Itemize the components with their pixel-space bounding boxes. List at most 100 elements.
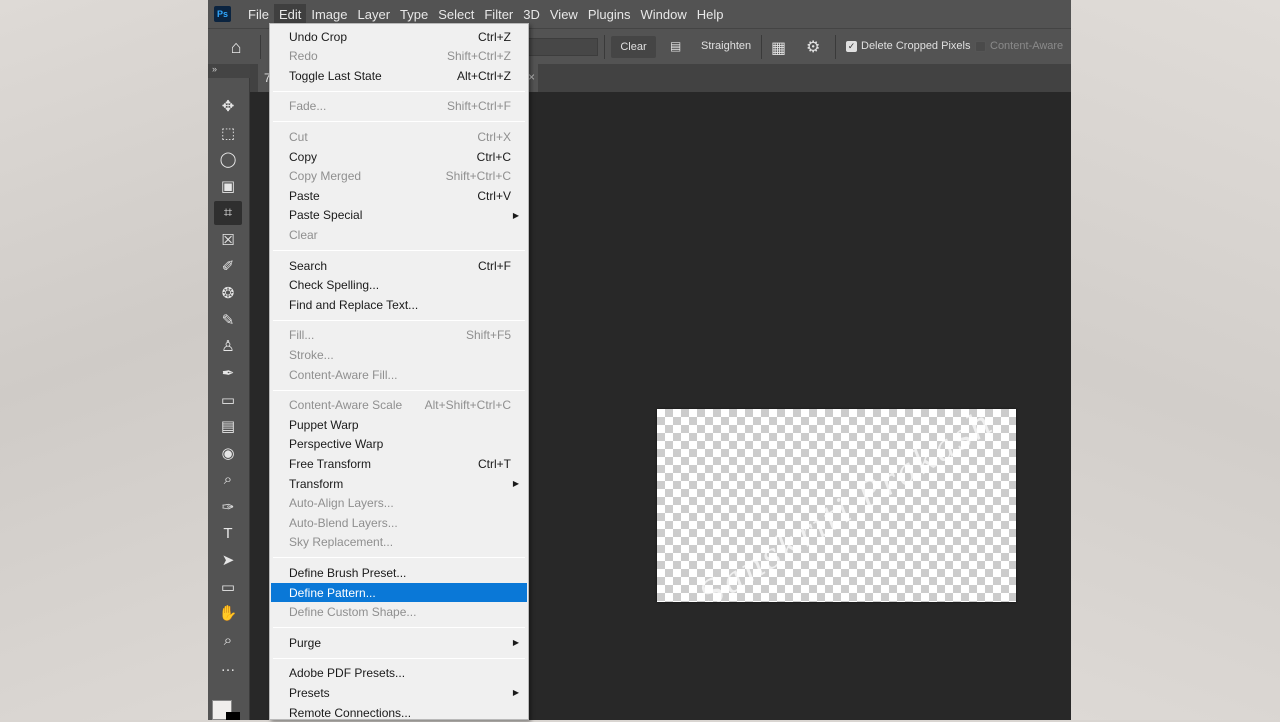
straighten-button[interactable]: Straighten <box>701 40 751 52</box>
menu-view[interactable]: View <box>545 4 583 25</box>
brush-tool-icon[interactable]: ✎ <box>214 308 242 332</box>
menu-item-label: Stroke... <box>289 347 334 362</box>
gradient-tool-icon[interactable]: ▤ <box>214 414 242 438</box>
menu-filter[interactable]: Filter <box>479 4 518 25</box>
rectangle-tool-icon[interactable]: ▭ <box>214 575 242 599</box>
lasso-tool-icon[interactable]: ◯ <box>214 147 242 171</box>
menu-item-shortcut: Ctrl+T <box>478 456 511 471</box>
menu-separator <box>273 90 525 92</box>
menu-item-search[interactable]: Search Ctrl+F <box>271 256 527 275</box>
menu-item-shortcut: Ctrl+Z <box>478 29 511 44</box>
menu-item-find-and-replace-text[interactable]: Find and Replace Text... <box>271 295 527 314</box>
menu-edit[interactable]: Edit <box>273 3 307 25</box>
history-brush-tool-icon[interactable]: ✒ <box>214 361 242 385</box>
menu-image[interactable]: Image <box>306 4 352 25</box>
menu-item-shortcut: Ctrl+F <box>478 258 511 273</box>
clear-button[interactable]: Clear <box>611 36 656 58</box>
overlay-grid-icon[interactable]: ▦ <box>771 38 786 58</box>
more-tool-icon[interactable]: … <box>214 655 242 679</box>
menu-item-clear[interactable]: Clear <box>271 225 527 244</box>
menu-item-label: Define Brush Preset... <box>289 565 407 580</box>
menu-separator <box>273 250 525 251</box>
menu-item-toggle-last-state[interactable]: Toggle Last State Alt+Ctrl+Z <box>271 66 527 85</box>
delete-cropped-pixels-checkbox[interactable]: ✓ <box>846 41 857 52</box>
straighten-icon[interactable]: ▤ <box>670 39 688 53</box>
path-selection-tool-icon[interactable]: ➤ <box>214 548 242 572</box>
menu-item-define-brush-preset[interactable]: Define Brush Preset... <box>271 563 527 582</box>
zoom-tool-icon[interactable]: ⌕ <box>214 628 242 652</box>
menu-item-presets[interactable]: Presets ▶ <box>271 683 527 702</box>
menu-item-define-pattern[interactable]: Define Pattern... <box>271 583 527 602</box>
menu-file[interactable]: File <box>243 4 274 25</box>
menu-item-shortcut: Ctrl+C <box>476 149 511 164</box>
object-selection-tool-icon[interactable]: ▣ <box>214 174 242 198</box>
menu-separator <box>273 627 525 629</box>
menu-item-sky-replacement[interactable]: Sky Replacement... <box>271 533 527 552</box>
crop-tool-icon[interactable]: ⌗ <box>214 200 242 225</box>
menu-item-check-spelling[interactable]: Check Spelling... <box>271 276 527 295</box>
document-canvas[interactable]: Sanskriti Prakash <box>657 409 1016 602</box>
menu-item-label: Define Custom Shape... <box>289 605 417 620</box>
dodge-tool-icon[interactable]: ⌕ <box>214 468 242 492</box>
type-tool-icon[interactable]: T <box>214 521 242 545</box>
background-color-swatch[interactable] <box>226 712 240 720</box>
menu-item-paste-special[interactable]: Paste Special ▶ <box>271 206 527 225</box>
menu-item-copy-merged[interactable]: Copy Merged Shift+Ctrl+C <box>271 167 527 186</box>
menu-layer[interactable]: Layer <box>353 4 396 25</box>
eraser-tool-icon[interactable]: ▭ <box>214 388 242 412</box>
move-tool-icon[interactable]: ✥ <box>214 94 242 118</box>
hand-tool-icon[interactable]: ✋ <box>214 601 242 625</box>
menu-item-label: Fade... <box>289 99 327 114</box>
menu-plugins[interactable]: Plugins <box>583 4 636 25</box>
menu-item-shortcut: Ctrl+X <box>477 129 511 144</box>
menu-item-fill[interactable]: Fill... Shift+F5 <box>271 326 527 345</box>
menu-select[interactable]: Select <box>433 4 479 25</box>
content-aware-checkbox[interactable] <box>975 41 986 52</box>
menu-item-free-transform[interactable]: Free Transform Ctrl+T <box>271 454 527 473</box>
menu-item-redo[interactable]: Redo Shift+Ctrl+Z <box>271 47 527 66</box>
menu-type[interactable]: Type <box>395 4 433 25</box>
pen-tool-icon[interactable]: ✑ <box>214 495 242 519</box>
menu-item-define-custom-shape[interactable]: Define Custom Shape... <box>271 603 527 622</box>
menu-item-perspective-warp[interactable]: Perspective Warp <box>271 435 527 454</box>
menu-item-shortcut: Shift+Ctrl+C <box>445 169 511 184</box>
menu-item-auto-blend-layers[interactable]: Auto-Blend Layers... <box>271 513 527 532</box>
menu-item-content-aware-scale[interactable]: Content-Aware Scale Alt+Shift+Ctrl+C <box>271 396 527 415</box>
submenu-arrow-icon: ▶ <box>512 688 519 698</box>
menu-item-label: Free Transform <box>289 456 372 471</box>
blur-tool-icon[interactable]: ◉ <box>214 441 242 465</box>
menu-item-auto-align-layers[interactable]: Auto-Align Layers... <box>271 494 527 513</box>
menu-item-fade[interactable]: Fade... Shift+Ctrl+F <box>271 97 527 116</box>
crop-ratio-field[interactable] <box>528 38 598 56</box>
menu-item-undo-crop[interactable]: Undo Crop Ctrl+Z <box>271 27 527 46</box>
menu-3d[interactable]: 3D <box>518 4 545 25</box>
gear-icon[interactable]: ⚙ <box>806 37 820 57</box>
menu-item-paste[interactable]: Paste Ctrl+V <box>271 186 527 205</box>
menu-item-label: Auto-Blend Layers... <box>289 515 398 530</box>
marquee-tool-icon[interactable]: ⬚ <box>214 121 242 145</box>
menu-item-label: Fill... <box>289 328 315 343</box>
home-button[interactable]: ⌂ <box>218 35 254 59</box>
menu-item-remote-connections[interactable]: Remote Connections... <box>271 703 527 722</box>
menu-item-shortcut: Shift+Ctrl+F <box>446 99 511 114</box>
menu-item-adobe-pdf-presets[interactable]: Adobe PDF Presets... <box>271 664 527 683</box>
healing-brush-tool-icon[interactable]: ❂ <box>214 281 242 305</box>
frame-tool-icon[interactable]: ☒ <box>214 228 242 252</box>
menu-item-stroke[interactable]: Stroke... <box>271 345 527 364</box>
separator <box>260 35 261 59</box>
clone-stamp-tool-icon[interactable]: ♙ <box>214 334 242 358</box>
menu-help[interactable]: Help <box>692 4 729 25</box>
watermark-text: Sanskriti Prakash <box>692 409 1002 602</box>
menu-item-transform[interactable]: Transform ▶ <box>271 474 527 493</box>
menu-item-purge[interactable]: Purge ▶ <box>271 633 527 652</box>
close-tab-icon[interactable]: × <box>528 70 535 84</box>
collapse-panels-button[interactable]: » <box>208 64 250 78</box>
menu-item-copy[interactable]: Copy Ctrl+C <box>271 147 527 166</box>
background-right <box>1071 0 1280 720</box>
eyedropper-tool-icon[interactable]: ✐ <box>214 254 242 278</box>
menu-window[interactable]: Window <box>635 4 691 25</box>
menu-item-cut[interactable]: Cut Ctrl+X <box>271 127 527 146</box>
menu-item-label: Redo <box>289 49 318 64</box>
menu-item-content-aware-fill[interactable]: Content-Aware Fill... <box>271 365 527 384</box>
menu-item-puppet-warp[interactable]: Puppet Warp <box>271 415 527 434</box>
